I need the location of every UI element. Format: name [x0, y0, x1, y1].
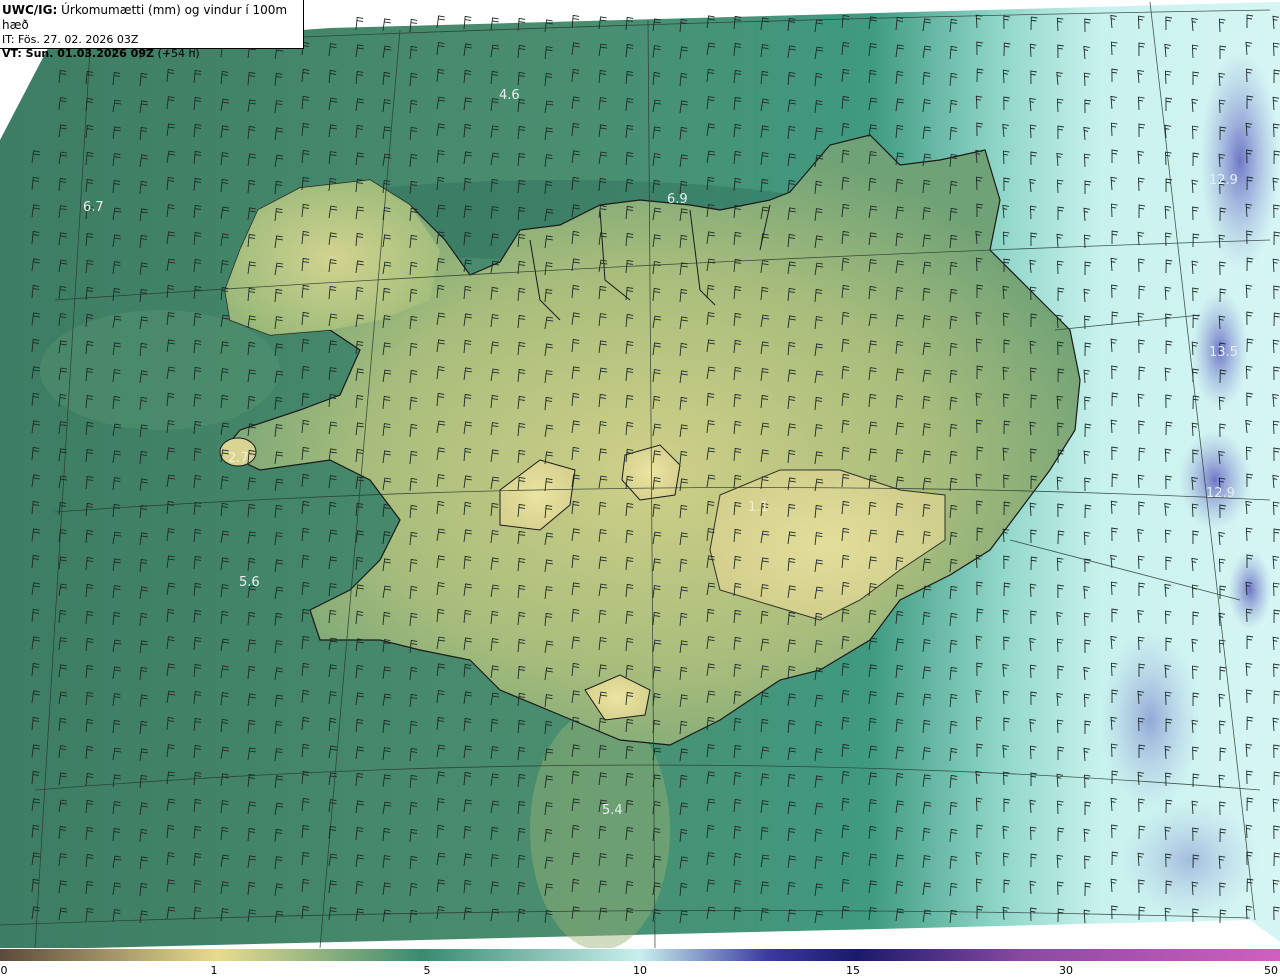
colorbar-tick: 15	[846, 964, 860, 977]
label-south-sea: 5.4	[602, 803, 623, 818]
precip-colorbar	[0, 949, 1280, 961]
colorbar-tick: 1	[210, 964, 218, 977]
label-nw-sea: 4.6	[499, 88, 520, 103]
map-info-box: UWC/IG: Úrkomumætti (mm) og vindur í 100…	[0, 0, 304, 60]
map-title-row: UWC/IG: Úrkomumætti (mm) og vindur í 100…	[2, 3, 303, 33]
valid-time: Sun. 01.03.2026 09Z	[25, 47, 154, 60]
colorbar-tick: 50	[1264, 964, 1278, 977]
weather-map: 4.6 6.7 6.9 12.9 13.5 12.9 5.6 5.4 2.7 1…	[0, 0, 1280, 948]
colorbar-tick: 5	[423, 964, 431, 977]
label-east-1: 12.9	[1209, 173, 1238, 188]
colorbar-labels: 0 1 5 10 15 30 50	[0, 962, 1280, 978]
init-prefix: IT:	[2, 33, 18, 46]
model-name: UWC/IG:	[2, 3, 58, 17]
colorbar-tick: 10	[633, 964, 647, 977]
label-north-coast: 6.9	[667, 192, 688, 207]
label-snaefells: 2.7	[228, 451, 249, 466]
valid-prefix: VT:	[2, 47, 26, 60]
label-east-2: 13.5	[1209, 345, 1238, 360]
init-time-row: IT: Fös. 27. 02. 2026 03Z	[2, 33, 303, 47]
valid-time-row: VT: Sun. 01.03.2026 09Z (+54 h)	[2, 47, 303, 61]
lead-time: (+54 h)	[157, 47, 200, 60]
colorbar-tick: 0	[0, 964, 8, 977]
init-time: Fös. 27. 02. 2026 03Z	[17, 33, 139, 46]
colorbar-tick: 30	[1059, 964, 1073, 977]
label-west-sea: 5.6	[239, 575, 260, 590]
label-far-west: 6.7	[83, 200, 104, 215]
label-east-3: 12.9	[1206, 486, 1235, 501]
label-vatnajokull: 1.1	[748, 500, 769, 515]
